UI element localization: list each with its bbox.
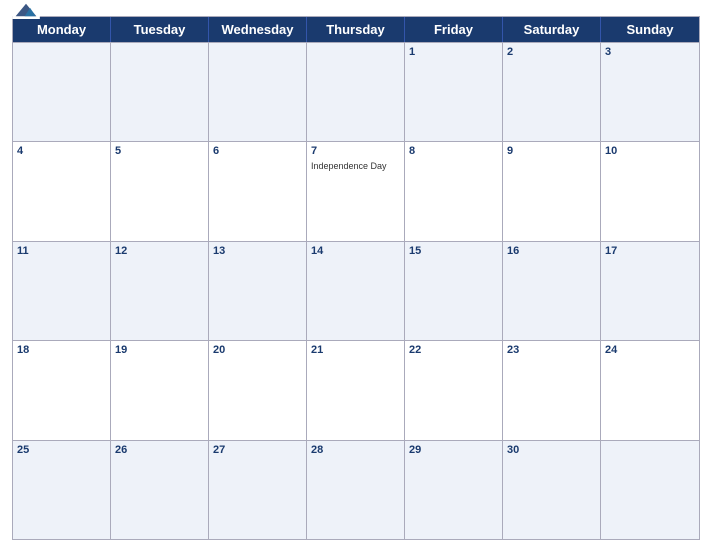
day-event: Independence Day [311, 161, 400, 172]
day-number: 24 [605, 344, 695, 357]
day-cell-4: 4 [13, 142, 111, 240]
day-number: 27 [213, 444, 302, 457]
day-cell-17: 17 [601, 242, 699, 340]
day-number: 10 [605, 145, 695, 158]
day-cell-empty [13, 43, 111, 141]
day-cell-26: 26 [111, 441, 209, 539]
day-number: 22 [409, 344, 498, 357]
day-cell-25: 25 [13, 441, 111, 539]
day-number: 6 [213, 145, 302, 158]
logo [12, 1, 40, 20]
calendar-grid: MondayTuesdayWednesdayThursdayFridaySatu… [12, 16, 700, 540]
day-number: 17 [605, 245, 695, 258]
day-cell-empty [111, 43, 209, 141]
day-number: 29 [409, 444, 498, 457]
day-number: 14 [311, 245, 400, 258]
day-number: 2 [507, 46, 596, 59]
day-cell-empty [307, 43, 405, 141]
day-number: 30 [507, 444, 596, 457]
day-header-monday: Monday [13, 17, 111, 42]
day-cell-20: 20 [209, 341, 307, 439]
day-number: 12 [115, 245, 204, 258]
logo-icon [12, 1, 40, 19]
day-number: 3 [605, 46, 695, 59]
day-header-wednesday: Wednesday [209, 17, 307, 42]
week-row-3: 11 12 13 14 15 16 17 [13, 241, 699, 340]
day-number: 25 [17, 444, 106, 457]
day-number: 19 [115, 344, 204, 357]
day-cell-18: 18 [13, 341, 111, 439]
day-cell-2: 2 [503, 43, 601, 141]
day-number: 16 [507, 245, 596, 258]
week-row-1: 123 [13, 42, 699, 141]
week-row-2: 4567 Independence Day 89 10 [13, 141, 699, 240]
day-cell-27: 27 [209, 441, 307, 539]
day-cell-empty [601, 441, 699, 539]
day-number: 1 [409, 46, 498, 59]
day-headers-row: MondayTuesdayWednesdayThursdayFridaySatu… [13, 17, 699, 42]
day-cell-10: 10 [601, 142, 699, 240]
day-number: 26 [115, 444, 204, 457]
day-cell-19: 19 [111, 341, 209, 439]
day-cell-12: 12 [111, 242, 209, 340]
day-number: 5 [115, 145, 204, 158]
day-number: 18 [17, 344, 106, 357]
day-cell-16: 16 [503, 242, 601, 340]
day-cell-15: 15 [405, 242, 503, 340]
day-number: 7 [311, 145, 400, 158]
day-number: 28 [311, 444, 400, 457]
day-cell-13: 13 [209, 242, 307, 340]
day-cell-23: 23 [503, 341, 601, 439]
day-cell-29: 29 [405, 441, 503, 539]
day-header-friday: Friday [405, 17, 503, 42]
day-number: 8 [409, 145, 498, 158]
day-cell-empty [209, 43, 307, 141]
day-header-thursday: Thursday [307, 17, 405, 42]
day-cell-5: 5 [111, 142, 209, 240]
day-number: 15 [409, 245, 498, 258]
day-cell-14: 14 [307, 242, 405, 340]
day-cell-8: 8 [405, 142, 503, 240]
day-cell-11: 11 [13, 242, 111, 340]
day-cell-28: 28 [307, 441, 405, 539]
day-header-tuesday: Tuesday [111, 17, 209, 42]
day-number: 23 [507, 344, 596, 357]
day-header-sunday: Sunday [601, 17, 699, 42]
day-cell-1: 1 [405, 43, 503, 141]
week-row-4: 18 19 20 21 22 23 24 [13, 340, 699, 439]
day-number: 21 [311, 344, 400, 357]
day-cell-24: 24 [601, 341, 699, 439]
day-cell-22: 22 [405, 341, 503, 439]
day-number: 13 [213, 245, 302, 258]
day-cell-3: 3 [601, 43, 699, 141]
day-number: 11 [17, 245, 106, 258]
day-cell-9: 9 [503, 142, 601, 240]
day-cell-21: 21 [307, 341, 405, 439]
day-cell-30: 30 [503, 441, 601, 539]
day-header-saturday: Saturday [503, 17, 601, 42]
day-cell-7: 7 Independence Day [307, 142, 405, 240]
day-cell-6: 6 [209, 142, 307, 240]
day-number: 9 [507, 145, 596, 158]
day-number: 20 [213, 344, 302, 357]
weeks-container: 1234567Independence Day89101112131415161… [13, 42, 699, 539]
week-row-5: 25 26 27 28 29 30 [13, 440, 699, 539]
calendar-container: MondayTuesdayWednesdayThursdayFridaySatu… [0, 0, 712, 550]
day-number: 4 [17, 145, 106, 158]
